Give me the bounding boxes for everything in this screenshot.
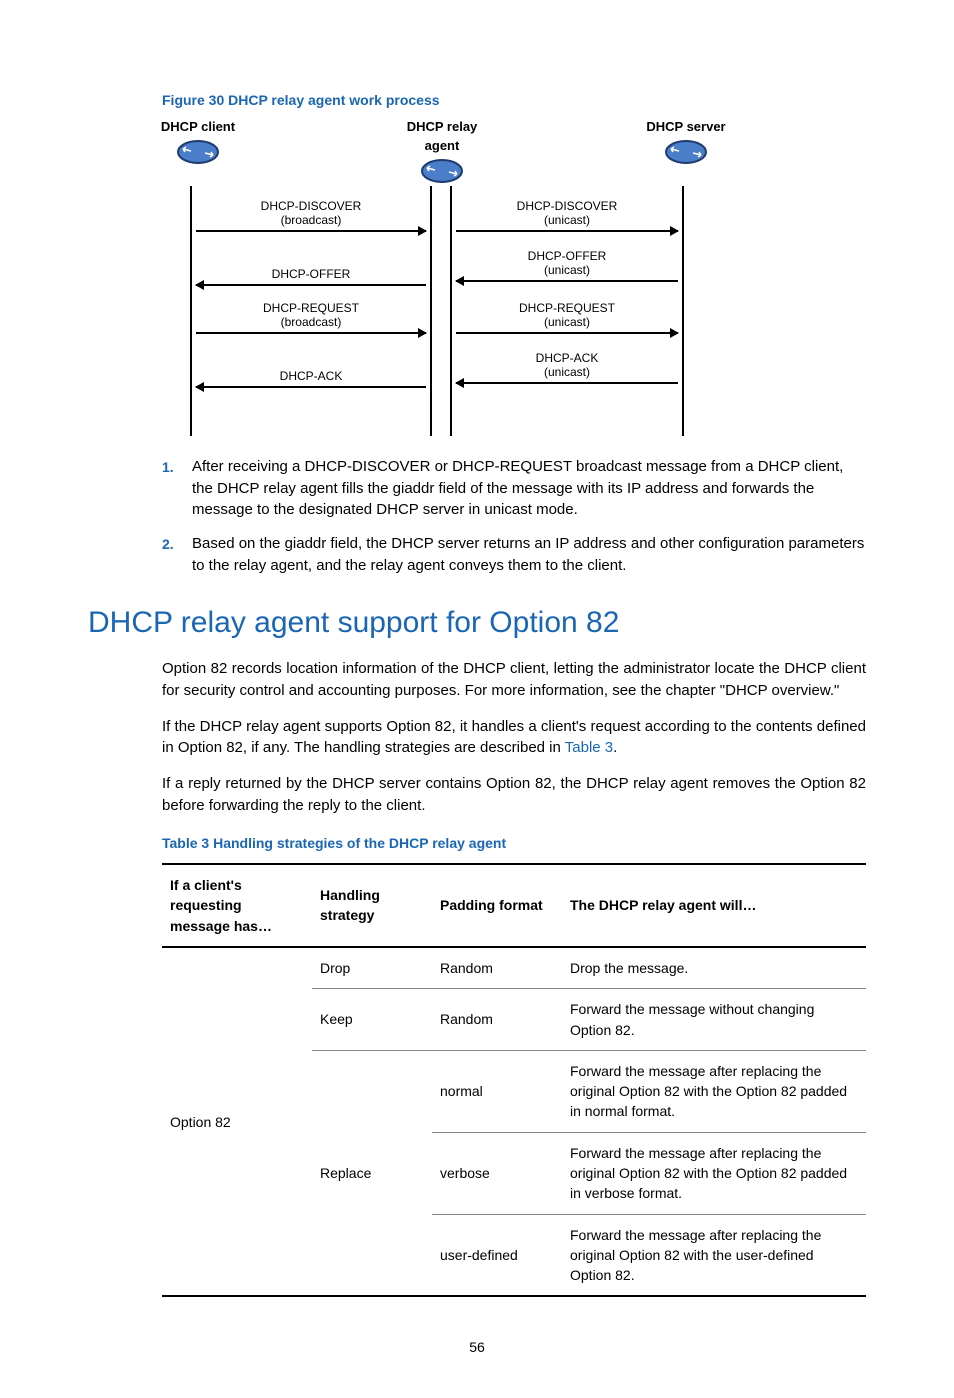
table-header: Padding format (432, 864, 562, 947)
msg-text: (unicast) (456, 316, 678, 330)
step-text: Based on the giaddr field, the DHCP serv… (192, 533, 866, 577)
step-number: 1. (162, 456, 192, 477)
msg-text: DHCP-OFFER (456, 250, 678, 264)
figure-caption: Figure 30 DHCP relay agent work process (162, 90, 866, 110)
node-label: DHCP relay agent (407, 119, 478, 153)
table-header: If a client's requesting message has… (162, 864, 312, 947)
msg-text: DHCP-OFFER (196, 268, 426, 282)
msg-text: (unicast) (456, 214, 678, 228)
table-cell: Random (432, 989, 562, 1051)
paragraph-text: . (613, 739, 617, 756)
handling-strategies-table: If a client's requesting message has… Ha… (162, 863, 866, 1297)
msg-text: (unicast) (456, 264, 678, 278)
node-dhcp-server: DHCP server (646, 118, 726, 184)
msg-offer-right: DHCP-OFFER (unicast) (456, 250, 678, 282)
table-cell: normal (432, 1050, 562, 1132)
table-header: Handling strategy (312, 864, 432, 947)
table-cell: Forward the message after replacing the … (562, 1132, 866, 1214)
msg-text: DHCP-ACK (196, 370, 426, 384)
node-label: DHCP server (646, 119, 725, 134)
msg-request-left: DHCP-REQUEST (broadcast) (196, 302, 426, 334)
msg-text: (unicast) (456, 366, 678, 380)
msg-discover-left: DHCP-DISCOVER (broadcast) (196, 200, 426, 232)
msg-request-right: DHCP-REQUEST (unicast) (456, 302, 678, 334)
table-cell: Forward the message after replacing the … (562, 1214, 866, 1296)
numbered-steps: 1. After receiving a DHCP-DISCOVER or DH… (162, 456, 866, 577)
step-item: 1. After receiving a DHCP-DISCOVER or DH… (162, 456, 866, 521)
msg-offer-left: DHCP-OFFER (196, 268, 426, 286)
node-dhcp-relay: DHCP relay agent (402, 118, 482, 184)
table-cell: Drop (312, 947, 432, 989)
msg-text: DHCP-DISCOVER (456, 200, 678, 214)
table-ref-link[interactable]: Table 3 (565, 739, 613, 756)
table-cell: user-defined (432, 1214, 562, 1296)
table-header: The DHCP relay agent will… (562, 864, 866, 947)
router-icon (177, 139, 219, 165)
paragraph-text: If the DHCP relay agent supports Option … (162, 718, 866, 757)
page-number: 56 (88, 1337, 866, 1357)
node-dhcp-client: DHCP client (158, 118, 238, 184)
table-cell: Replace (312, 1050, 432, 1296)
table-caption: Table 3 Handling strategies of the DHCP … (162, 833, 866, 853)
msg-text: DHCP-REQUEST (456, 302, 678, 316)
paragraph: Option 82 records location information o… (162, 658, 866, 702)
router-icon (421, 158, 463, 184)
dhcp-sequence-diagram: DHCP client DHCP relay agent DHCP server (162, 118, 722, 436)
step-text: After receiving a DHCP-DISCOVER or DHCP-… (192, 456, 866, 521)
msg-text: DHCP-DISCOVER (196, 200, 426, 214)
paragraph: If a reply returned by the DHCP server c… (162, 773, 866, 817)
table-cell: Forward the message without changing Opt… (562, 989, 866, 1051)
table-cell: Random (432, 947, 562, 989)
msg-text: DHCP-ACK (456, 352, 678, 366)
msg-text: (broadcast) (196, 214, 426, 228)
msg-discover-right: DHCP-DISCOVER (unicast) (456, 200, 678, 232)
paragraph: If the DHCP relay agent supports Option … (162, 716, 866, 760)
msg-text: (broadcast) (196, 316, 426, 330)
step-number: 2. (162, 533, 192, 554)
table-cell: Keep (312, 989, 432, 1051)
msg-ack-left: DHCP-ACK (196, 370, 426, 388)
table-cell: Forward the message after replacing the … (562, 1050, 866, 1132)
table-cell: Drop the message. (562, 947, 866, 989)
step-item: 2. Based on the giaddr field, the DHCP s… (162, 533, 866, 577)
table-cell: Option 82 (162, 947, 312, 1297)
router-icon (665, 139, 707, 165)
msg-text: DHCP-REQUEST (196, 302, 426, 316)
msg-ack-right: DHCP-ACK (unicast) (456, 352, 678, 384)
node-label: DHCP client (161, 119, 235, 134)
section-heading: DHCP relay agent support for Option 82 (88, 601, 866, 645)
table-cell: verbose (432, 1132, 562, 1214)
